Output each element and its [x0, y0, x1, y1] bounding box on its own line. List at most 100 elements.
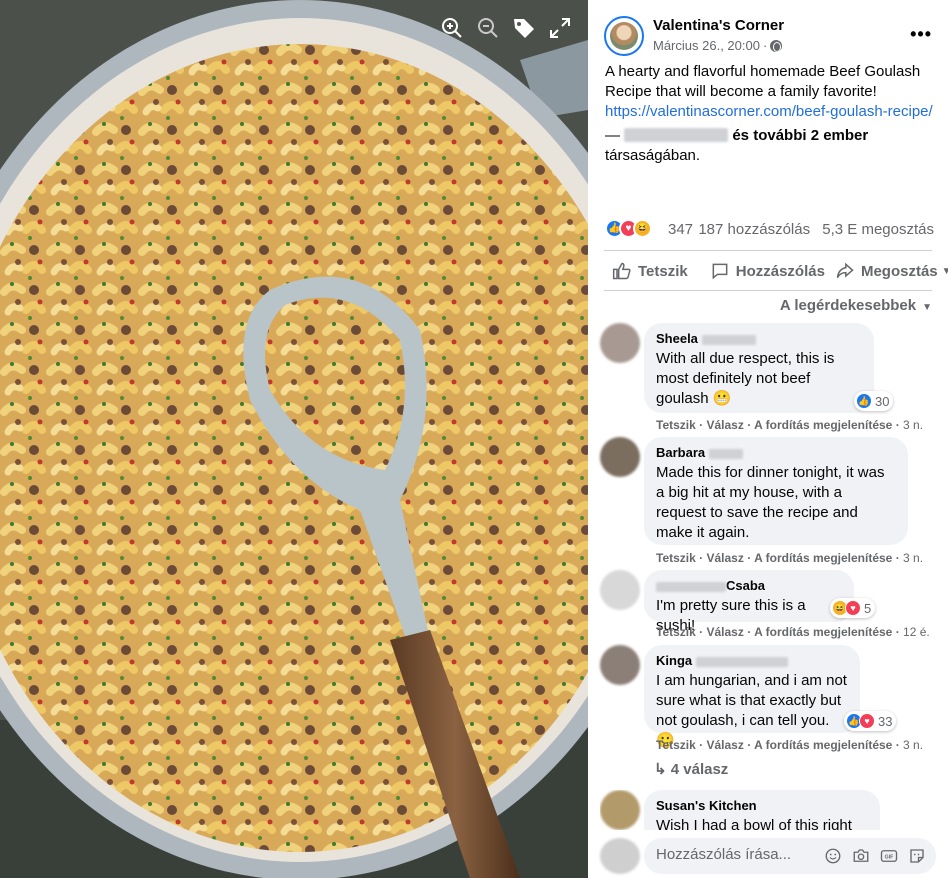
- comment-reactions[interactable]: 😆 ♥ 5: [830, 598, 876, 618]
- avatar[interactable]: [600, 437, 640, 477]
- comment-time[interactable]: 3 n.: [903, 738, 923, 752]
- tagged-suffix: társaságában.: [605, 147, 701, 164]
- comment-actions: Tetszik · Válasz · A fordítás megjelenít…: [656, 418, 924, 432]
- comment-sort-dropdown[interactable]: A legérdekesebbek ▼: [780, 297, 932, 314]
- avatar[interactable]: [600, 790, 640, 830]
- sticker-icon[interactable]: [908, 847, 926, 865]
- comment-reactions[interactable]: 👍 30: [854, 391, 894, 411]
- goulash-pan-image: [0, 0, 588, 878]
- sort-label: A legérdekesebbek: [779, 297, 917, 314]
- more-options-button[interactable]: •••: [910, 24, 932, 45]
- love-reaction-icon: ♥: [845, 600, 861, 616]
- comment-like-link[interactable]: Tetszik: [656, 551, 696, 565]
- avatar[interactable]: [600, 570, 640, 610]
- thumbs-up-icon: [612, 262, 631, 280]
- camera-icon[interactable]: [852, 847, 870, 865]
- comment-text: Made this for dinner tonight, it was a b…: [656, 464, 885, 541]
- chevron-down-icon[interactable]: ▼: [942, 266, 948, 277]
- tagged-others[interactable]: és további 2 ember: [732, 127, 868, 144]
- svg-text:GIF: GIF: [885, 855, 895, 861]
- recipe-link[interactable]: https://valentinascorner.com/beef-goulas…: [605, 102, 935, 122]
- post-header: Valentina's Corner Március 26., 20:00 · …: [604, 14, 932, 58]
- love-reaction-icon: ♥: [859, 713, 875, 729]
- post-photo[interactable]: [0, 0, 588, 878]
- comment-icon: [712, 263, 728, 280]
- page-avatar[interactable]: [604, 16, 644, 56]
- meta-separator: ·: [762, 38, 768, 53]
- comment-bubble: Kinga I am hungarian, and i am not sure …: [644, 645, 860, 749]
- comment-reply-link[interactable]: Válasz: [706, 625, 743, 639]
- comment-actions: Tetszik · Válasz · A fordítás megjelenít…: [656, 625, 930, 639]
- share-icon: [836, 262, 854, 279]
- comment-reaction-count: 5: [864, 600, 872, 616]
- comment-time[interactable]: 3 n.: [903, 551, 923, 565]
- comment-actions: Tetszik · Válasz · A fordítás megjelenít…: [656, 551, 924, 565]
- haha-reaction-icon: 😆: [633, 219, 652, 238]
- gif-icon[interactable]: GIF: [880, 847, 898, 865]
- post-stats: 👍 ♥ 😆 347 187 hozzászólás 5,3 E megosztá…: [605, 218, 934, 242]
- like-reaction-icon: 👍: [856, 393, 872, 409]
- view-replies-link[interactable]: ↳ 4 válasz: [654, 760, 728, 778]
- comment-translate-link[interactable]: A fordítás megjelenítése: [754, 418, 892, 432]
- comment-like-link[interactable]: Tetszik: [656, 418, 696, 432]
- fullscreen-icon[interactable]: [546, 14, 574, 42]
- tagged-people: — és további 2 ember társaságában.: [605, 126, 935, 166]
- comment-reaction-count: 30: [875, 393, 890, 409]
- comment-author[interactable]: Csaba: [656, 578, 842, 594]
- comment-input[interactable]: [656, 846, 816, 863]
- zoom-in-icon[interactable]: [438, 14, 466, 42]
- post-panel: Valentina's Corner Március 26., 20:00 · …: [588, 0, 948, 878]
- comment-author[interactable]: Barbara: [656, 445, 896, 461]
- comment-actions: Tetszik · Válasz · A fordítás megjelenít…: [656, 738, 924, 752]
- comment-item: Susan's Kitchen Wish I had a bowl of thi…: [600, 790, 938, 830]
- avatar[interactable]: [600, 645, 640, 685]
- avatar[interactable]: [600, 323, 640, 363]
- reaction-icons[interactable]: 👍 ♥ 😆: [605, 219, 652, 238]
- comment-reply-link[interactable]: Válasz: [706, 418, 743, 432]
- zoom-out-icon[interactable]: [474, 14, 502, 42]
- tag-icon[interactable]: [510, 14, 538, 42]
- comment-author[interactable]: Sheela: [656, 331, 862, 347]
- comment-reaction-count: 33: [878, 713, 893, 729]
- comment-translate-link[interactable]: A fordítás megjelenítése: [754, 625, 892, 639]
- post-actions: Tetszik Hozzászólás Megosztás ▼: [604, 256, 948, 286]
- share-button[interactable]: Megosztás: [835, 261, 938, 281]
- comment-reactions[interactable]: 👍 ♥ 33: [844, 711, 897, 731]
- comment-bubble: Barbara Made this for dinner tonight, it…: [644, 437, 908, 545]
- comment-translate-link[interactable]: A fordítás megjelenítése: [754, 551, 892, 565]
- globe-icon[interactable]: [770, 39, 783, 52]
- comment-text: With all due respect, this is most defin…: [656, 350, 835, 407]
- comment-translate-link[interactable]: A fordítás megjelenítése: [754, 738, 892, 752]
- like-button[interactable]: Tetszik: [612, 261, 688, 281]
- chevron-down-icon: ▼: [922, 302, 932, 313]
- share-count[interactable]: 5,3 E megosztás: [822, 221, 934, 238]
- reply-arrow-icon: ↳: [654, 761, 667, 778]
- comment-author[interactable]: Susan's Kitchen: [656, 798, 868, 814]
- post-text: A hearty and flavorful homemade Beef Gou…: [605, 63, 921, 100]
- comment-bubble: Susan's Kitchen Wish I had a bowl of thi…: [644, 790, 880, 830]
- comment-text: Wish I had a bowl of this right: [656, 817, 852, 830]
- emoji-icon[interactable]: [824, 847, 842, 865]
- page-name[interactable]: Valentina's Corner: [653, 17, 784, 34]
- comment-reply-link[interactable]: Válasz: [706, 551, 743, 565]
- comment-bubble: Csaba I'm pretty sure this is a sushi!: [644, 570, 854, 634]
- tagged-prefix: —: [605, 127, 620, 144]
- like-label: Tetszik: [638, 262, 688, 280]
- comment-count[interactable]: 187 hozzászólás: [698, 221, 810, 238]
- comment-button[interactable]: Hozzászólás: [710, 261, 825, 281]
- post-date[interactable]: Március 26., 20:00: [653, 38, 760, 53]
- reaction-count[interactable]: 347: [668, 221, 693, 238]
- post-body: A hearty and flavorful homemade Beef Gou…: [605, 62, 935, 166]
- comment-time[interactable]: 3 n.: [903, 418, 923, 432]
- comment-like-link[interactable]: Tetszik: [656, 625, 696, 639]
- comment-label: Hozzászólás: [735, 262, 825, 280]
- comment-author[interactable]: Kinga: [656, 653, 848, 669]
- redacted-name: [624, 128, 729, 142]
- replies-label: 4 válasz: [670, 761, 729, 778]
- divider: [604, 290, 932, 291]
- comment-like-link[interactable]: Tetszik: [656, 738, 696, 752]
- share-label: Megosztás: [860, 262, 938, 280]
- comment-input-wrapper: GIF: [644, 838, 936, 874]
- comment-reply-link[interactable]: Válasz: [706, 738, 743, 752]
- comment-time[interactable]: 12 é.: [903, 625, 930, 639]
